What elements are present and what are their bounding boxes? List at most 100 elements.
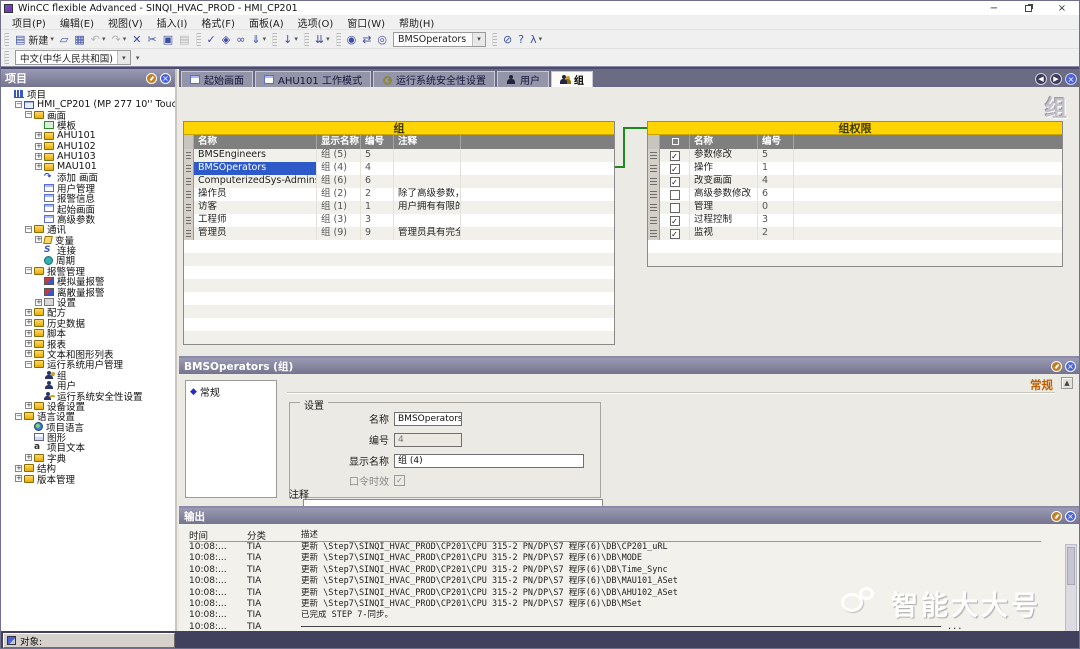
toolbar-overflow-icon[interactable]: ▾ — [136, 54, 140, 62]
permission-checkbox[interactable]: ✓ — [669, 176, 680, 187]
close-icon[interactable]: × — [1065, 360, 1076, 372]
group-name-cell[interactable]: BMSEngineers — [194, 149, 317, 162]
properties-nav-general[interactable]: ◆ 常规 — [190, 384, 272, 400]
expand-icon[interactable]: + — [15, 475, 22, 483]
group-name-cell[interactable]: 工程师 — [194, 214, 317, 227]
row-handle[interactable] — [648, 175, 660, 188]
generate-button[interactable]: ◈ — [220, 32, 232, 47]
collapse-icon[interactable]: − — [25, 225, 32, 233]
group-display-cell[interactable]: 组 (6) — [317, 175, 361, 188]
row-handle[interactable] — [648, 201, 660, 214]
group-display-cell[interactable]: 组 (9) — [317, 227, 361, 240]
expand-icon[interactable]: + — [35, 298, 42, 306]
expand-icon[interactable]: + — [35, 132, 42, 140]
group-comment-cell[interactable] — [394, 162, 461, 175]
permission-name-cell[interactable]: 监视 — [690, 227, 758, 240]
menu-edit[interactable]: 编辑(E) — [53, 15, 101, 30]
permission-number-cell[interactable]: 6 — [758, 188, 794, 201]
menu-faceplates[interactable]: 面板(A) — [242, 15, 291, 30]
table-row[interactable]: 访客组 (1)1用户拥有有限的访问 — [184, 201, 614, 214]
permission-name-cell[interactable]: 管理 — [690, 201, 758, 214]
column-header[interactable]: 编号 — [758, 135, 794, 149]
context-help-button[interactable]: ? — [516, 32, 526, 47]
row-handle[interactable] — [648, 214, 660, 227]
permission-checkbox-cell[interactable]: ✓ — [660, 214, 690, 227]
row-handle[interactable] — [184, 214, 194, 227]
tree-item[interactable]: − 运行系统用户管理 — [3, 359, 175, 371]
output-row[interactable]: 10:08:... TIA 更新 \Step7\SINQI_HVAC_PROD\CP… — [189, 576, 1079, 587]
permission-number-cell[interactable]: 4 — [758, 175, 794, 188]
download-button[interactable]: ↓ ▾ — [281, 32, 300, 47]
table-row[interactable]: ComputerizedSys-Admins 组 (6) 6 — [184, 175, 614, 188]
tree-item[interactable]: + 配方 — [3, 307, 175, 319]
tab-runtime-security-settings[interactable]: 运行系统安全性设置 — [372, 71, 495, 87]
chevron-down-icon[interactable]: ▾ — [123, 35, 127, 43]
table-row[interactable]: 操作员组 (2)2除了高级参数，其他 — [184, 188, 614, 201]
tree-item[interactable]: + AHU103 — [3, 151, 175, 162]
group-number-cell[interactable]: 3 — [361, 214, 394, 227]
chevron-down-icon[interactable]: ▾ — [102, 35, 106, 43]
cut-button[interactable]: ✂ — [145, 32, 158, 47]
tree-item[interactable]: + 变量 — [3, 234, 175, 247]
tree-item[interactable]: 高级参数 — [3, 214, 175, 226]
tree-item[interactable]: − 语言设置 — [3, 411, 175, 423]
permission-row[interactable]: 高级参数修改 6 — [648, 188, 1062, 201]
expand-icon[interactable]: + — [35, 163, 42, 171]
row-handle[interactable] — [648, 227, 660, 240]
display-name-field[interactable]: 组 (4) — [394, 453, 584, 468]
chevron-down-icon[interactable]: ▾ — [50, 35, 54, 43]
output-row[interactable]: 10:08:... TIA 更新 \Step7\SINQI_HVAC_PROD\CP… — [189, 599, 1079, 610]
collapse-icon[interactable]: − — [25, 360, 32, 368]
column-header[interactable]: 名称 — [194, 135, 317, 149]
group-number-cell[interactable]: 4 — [361, 162, 394, 175]
expand-icon[interactable]: + — [25, 329, 32, 337]
menu-options[interactable]: 选项(O) — [291, 15, 341, 30]
output-row[interactable]: 10:08:... TIA 更新 \Step7\SINQI_HVAC_PROD\CP… — [189, 553, 1079, 564]
permission-checkbox[interactable]: ✓ — [669, 163, 680, 174]
expand-icon[interactable]: + — [35, 142, 42, 150]
close-icon[interactable]: × — [1065, 510, 1076, 522]
empty-row[interactable] — [648, 240, 1062, 253]
group-display-cell[interactable]: 组 (4) — [317, 162, 361, 175]
tree-item[interactable]: 项目文本 — [3, 442, 175, 454]
empty-row[interactable] — [184, 331, 614, 344]
expand-icon[interactable]: + — [25, 319, 32, 327]
chevron-down-icon[interactable]: ▾ — [472, 32, 486, 46]
new-button[interactable]: ▤ 新建 ▾ — [13, 31, 56, 48]
permission-checkbox[interactable] — [669, 202, 680, 213]
permission-checkbox[interactable]: ✓ — [669, 150, 680, 161]
tree-item[interactable]: 项目语言 — [3, 422, 175, 434]
tree-item[interactable]: 项目 — [3, 89, 175, 101]
permission-name-cell[interactable]: 过程控制 — [690, 214, 758, 227]
menu-insert[interactable]: 插入(I) — [150, 15, 195, 30]
empty-row[interactable] — [184, 240, 614, 253]
scroll-up-icon[interactable]: ▲ — [1061, 377, 1073, 389]
runtime-start-button[interactable]: λ ▾ — [528, 32, 544, 47]
group-name-cell[interactable]: 管理员 — [194, 227, 317, 240]
tab-scroll-left-icon[interactable]: ◀ — [1035, 73, 1047, 85]
group-comment-cell[interactable]: 用户拥有有限的访问 — [394, 201, 461, 214]
tree-item[interactable]: 模板 — [3, 120, 175, 132]
replace-button[interactable]: ⇄ — [360, 32, 373, 47]
collapse-icon[interactable]: − — [15, 101, 22, 109]
restore-button[interactable] — [1011, 1, 1045, 15]
tree-item[interactable]: − 画面 — [3, 110, 175, 122]
row-handle[interactable] — [648, 188, 660, 201]
undo-button[interactable]: ↶ ▾ — [89, 32, 108, 47]
group-number-cell[interactable]: 5 — [361, 149, 394, 162]
close-button[interactable]: × — [1045, 1, 1079, 15]
permission-name-cell[interactable]: 改变画面 — [690, 175, 758, 188]
pin-icon[interactable] — [1051, 360, 1062, 372]
permission-checkbox-cell[interactable]: ✓ — [660, 162, 690, 175]
menu-help[interactable]: 帮助(H) — [392, 15, 441, 30]
tab-scroll-right-icon[interactable]: ▶ — [1050, 73, 1062, 85]
menu-view[interactable]: 视图(V) — [101, 15, 150, 30]
expand-icon[interactable]: + — [35, 236, 42, 244]
tree-item[interactable]: 运行系统安全性设置 — [3, 390, 175, 403]
row-handle[interactable] — [184, 188, 194, 201]
chevron-down-icon[interactable]: ▾ — [294, 35, 298, 43]
group-comment-cell[interactable]: 除了高级参数，其他 — [394, 188, 461, 201]
expand-icon[interactable]: + — [25, 454, 32, 462]
expand-icon[interactable]: + — [25, 402, 32, 410]
tree-item[interactable]: 离散量报警 — [3, 286, 175, 299]
